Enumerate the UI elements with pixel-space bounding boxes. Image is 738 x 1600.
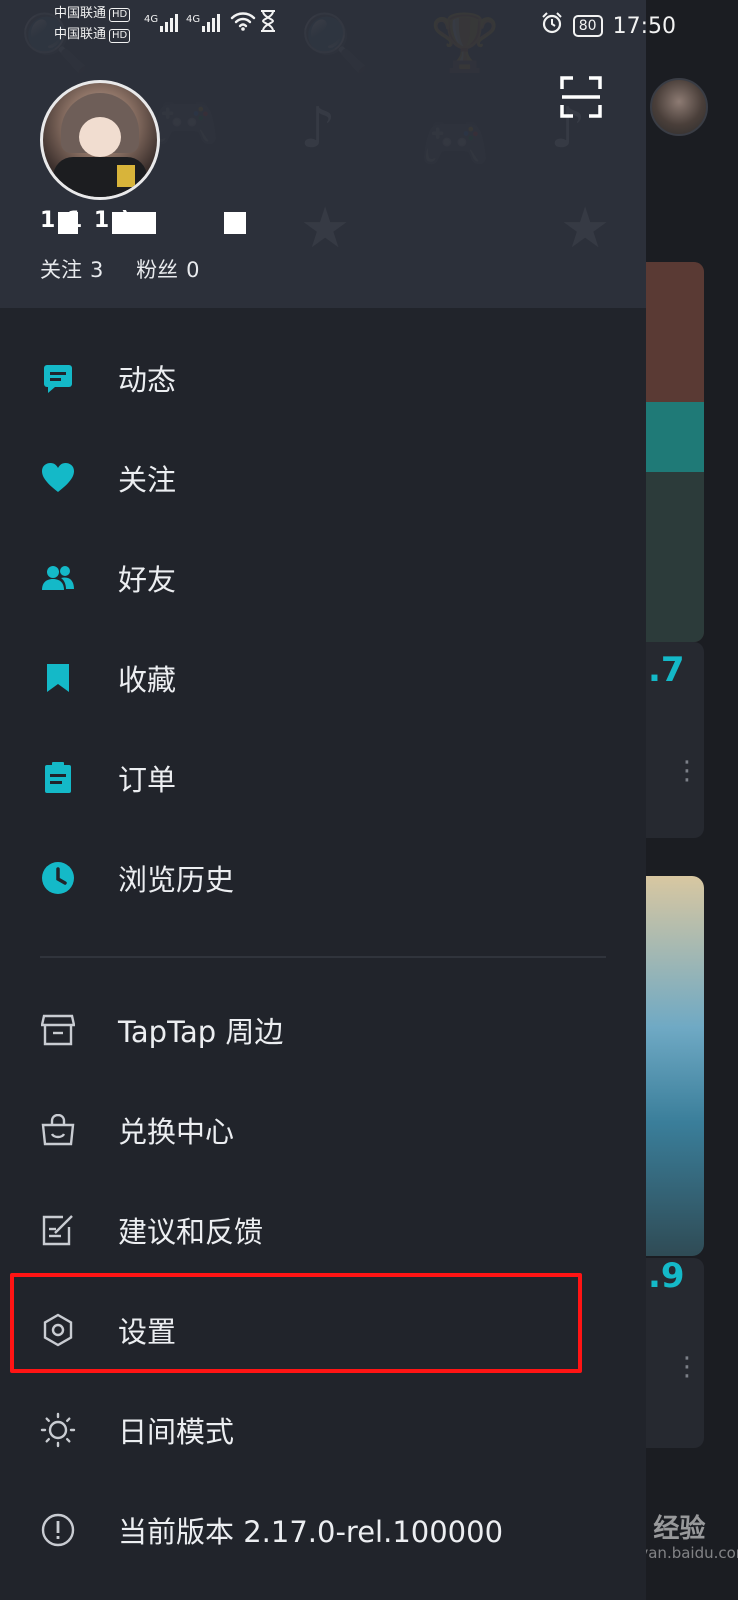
background-game-card [646, 262, 704, 642]
hd-badge: HD [109, 8, 131, 22]
menu-item-label: 收藏 [118, 663, 177, 697]
bag-icon [40, 1112, 76, 1148]
menu-item-following[interactable]: 关注 [0, 428, 646, 528]
hd-badge: HD [109, 29, 131, 43]
background-score: .9 [648, 1256, 685, 1296]
menu-item-label: 关注 [118, 463, 177, 497]
more-icon: ⋮ [674, 1352, 700, 1382]
carrier-name: 中国联通 [54, 6, 107, 21]
menu-item-history[interactable]: 浏览历史 [0, 828, 646, 928]
more-icon: ⋮ [674, 756, 700, 786]
signal-icon [202, 12, 220, 32]
edit-icon [40, 1212, 76, 1248]
menu-item-favorites[interactable]: 收藏 [0, 628, 646, 728]
signal-icon [160, 12, 178, 32]
carrier-1: 中国联通 HD [54, 5, 131, 23]
bookmark-icon [40, 660, 76, 696]
privacy-mask [58, 212, 78, 234]
order-icon [40, 760, 76, 796]
followers-count: 0 [186, 258, 200, 282]
clock-time: 17:50 [612, 13, 676, 39]
status-bar: 中国联通 HD 中国联通 HD 4G 4G 80 17:50 [0, 0, 738, 54]
carrier-2: 中国联通 HD [54, 26, 131, 44]
menu-item-label: 建议和反馈 [118, 1215, 264, 1249]
carrier-name: 中国联通 [54, 27, 107, 42]
network-type: 4G [144, 14, 159, 25]
gamepad-deco-icon: 🎮 [150, 91, 220, 156]
menu-item-label: TapTap 周边 [118, 1015, 284, 1049]
following-label: 关注 [40, 258, 82, 282]
privacy-mask [112, 212, 156, 234]
menu-item-version[interactable]: 当前版本 2.17.0-rel.100000 [0, 1480, 646, 1580]
menu-item-merch[interactable]: TapTap 周边 [0, 980, 646, 1080]
wifi-icon [230, 10, 256, 37]
info-icon [40, 1512, 76, 1548]
menu-divider [40, 956, 606, 958]
background-score: .7 [648, 650, 685, 690]
clock-icon [40, 860, 76, 896]
message-icon [40, 360, 76, 396]
friends-icon [40, 560, 76, 596]
menu-item-label: 浏览历史 [118, 863, 235, 897]
avatar[interactable] [40, 80, 160, 200]
alarm-icon [541, 12, 563, 40]
star-deco-icon: ★ [560, 196, 611, 261]
privacy-mask [224, 212, 246, 234]
status-right: 80 17:50 [541, 12, 676, 40]
sun-icon [40, 1412, 76, 1448]
network-type: 4G [186, 14, 201, 25]
menu-item-orders[interactable]: 订单 [0, 728, 646, 828]
menu-item-label: 当前版本 2.17.0-rel.100000 [118, 1515, 504, 1549]
menu-item-label: 兑换中心 [118, 1115, 235, 1149]
gamepad-deco-icon: 🎮 [420, 111, 490, 176]
following-count: 3 [90, 258, 104, 282]
menu-item-label: 订单 [118, 763, 177, 797]
star-deco-icon: ★ [300, 196, 351, 261]
scan-icon[interactable] [560, 76, 602, 118]
followers-label: 粉丝 [136, 258, 179, 282]
menu-item-label: 日间模式 [118, 1415, 235, 1449]
hourglass-icon [260, 10, 276, 36]
menu-item-feed[interactable]: 动态 [0, 328, 646, 428]
menu-item-label: 动态 [118, 363, 177, 397]
followers-stat[interactable]: 粉丝 0 [136, 258, 199, 282]
background-game-card [646, 876, 704, 1256]
music-deco-icon: ♪ [300, 96, 336, 161]
store-icon [40, 1012, 76, 1048]
highlight-box [10, 1273, 582, 1373]
menu-item-friends[interactable]: 好友 [0, 528, 646, 628]
menu-item-feedback[interactable]: 建议和反馈 [0, 1180, 646, 1280]
menu-item-day-mode[interactable]: 日间模式 [0, 1380, 646, 1480]
heart-icon [40, 460, 76, 496]
battery-indicator: 80 [572, 15, 603, 37]
following-stat[interactable]: 关注 3 [40, 258, 103, 282]
follow-stats: 关注 3 粉丝 0 [40, 254, 225, 284]
navigation-drawer: 🔍 🎮 ♪ 🎮 🔍 🏆 ★ ★ ♪ 1 1 1 ) 关注 3 粉丝 0 动态 关… [0, 0, 646, 1600]
background-avatar [650, 78, 708, 136]
menu-item-label: 好友 [118, 563, 177, 597]
menu-item-redeem[interactable]: 兑换中心 [0, 1080, 646, 1180]
